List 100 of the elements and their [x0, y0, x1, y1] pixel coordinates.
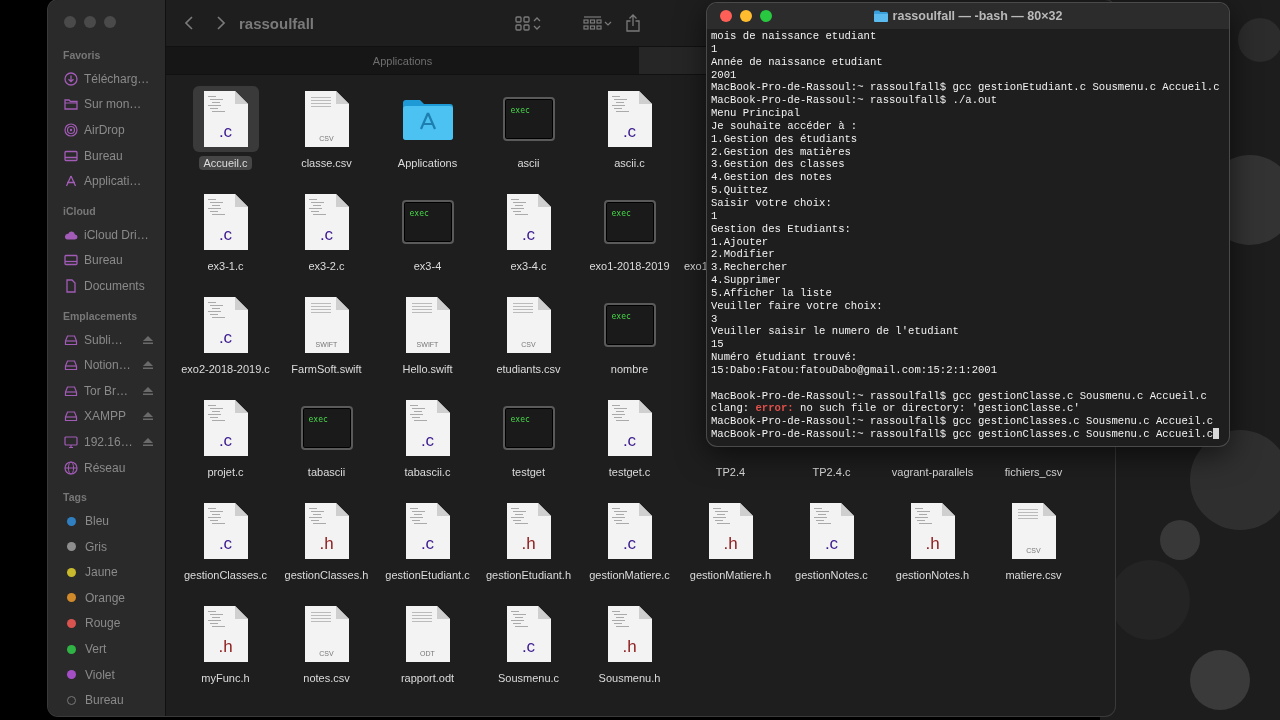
window-title: rassoulfall — -bash — 80×32	[892, 9, 1063, 23]
terminal-line: MacBook-Pro-de-Rassoul:~ rassoulfall$ gcc gestionClasses.c Sousmenu.c Accueil.c	[711, 415, 1214, 429]
sidebar-item[interactable]: Télécharg…	[84, 71, 165, 86]
terminal-line: 5.Quittez	[711, 184, 769, 197]
document-icon[interactable]: .c	[203, 503, 248, 559]
file-name: nombre	[609, 362, 650, 376]
terminal-line: 1.Gestion des étudiants	[711, 132, 858, 146]
terminal-line: 3	[711, 312, 718, 326]
file-name: FarmSoft.swift	[290, 362, 363, 376]
sidebar-item[interactable]: Bleu	[85, 514, 165, 529]
sidebar-item[interactable]: Vert	[85, 642, 165, 657]
sidebar-item[interactable]: Orange	[85, 590, 165, 605]
terminal-icon[interactable]: exec	[300, 406, 353, 450]
sidebar-item[interactable]: Violet	[85, 667, 165, 682]
terminal-line: 5.Afficher la liste	[711, 286, 832, 300]
sidebar-item[interactable]: Applicati…	[84, 174, 165, 189]
document-icon[interactable]: .c	[304, 194, 349, 250]
document-icon[interactable]: .c	[203, 194, 248, 250]
group-icon[interactable]	[583, 16, 612, 30]
sidebar-item[interactable]: Subli…	[84, 332, 137, 347]
sidebar-item[interactable]: iCloud Dri…	[84, 227, 165, 242]
eject-icon[interactable]	[143, 335, 153, 344]
file-name: gestionMatiere.c	[588, 568, 671, 582]
document-icon[interactable]: .h	[607, 606, 652, 662]
window-control[interactable]	[760, 10, 772, 22]
sidebar-heading: Emplacements	[62, 308, 139, 323]
airdrop-icon	[64, 123, 78, 137]
file-name: ex3-2.c	[307, 259, 346, 273]
sidebar-item[interactable]: 192.16…	[84, 434, 137, 449]
exec-label: exec	[611, 209, 631, 218]
terminal-icon[interactable]: exec	[603, 200, 656, 244]
exec-label: exec	[409, 209, 429, 218]
sidebar-item[interactable]: Jaune	[85, 565, 165, 580]
document-icon[interactable]: .c	[203, 91, 248, 147]
sidebar-item[interactable]: Gris	[85, 539, 165, 554]
window-control[interactable]	[720, 10, 732, 22]
share-icon[interactable]	[626, 14, 640, 32]
tab[interactable]: Applications	[166, 47, 639, 74]
eject-icon[interactable]	[143, 412, 153, 421]
file-name: tabascii	[306, 465, 347, 479]
document-icon[interactable]: .c	[809, 503, 854, 559]
eject-icon[interactable]	[143, 437, 153, 446]
sidebar-item[interactable]: XAMPP	[84, 409, 137, 424]
terminal-line: 3.Rechercher	[711, 261, 788, 275]
terminal-line: MacBook-Pro-de-Rassoul:~ rassoulfall$ gcc gestionClasse.c Sousmenu.c Accueil.c	[711, 389, 1207, 403]
terminal-icon[interactable]: exec	[502, 406, 555, 450]
sidebar-item[interactable]: Bureau	[84, 253, 165, 268]
eject-icon[interactable]	[143, 361, 153, 370]
terminal-icon[interactable]: exec	[401, 200, 454, 244]
document-icon[interactable]: .h	[910, 503, 955, 559]
document-icon[interactable]: .c	[607, 91, 652, 147]
sidebar-item[interactable]: Réseau	[84, 460, 165, 475]
terminal-icon[interactable]: exec	[502, 97, 555, 141]
terminal-line: MacBook-Pro-de-Rassoul:~ rassoulfall$ gcc gestionEtudiant.c Sousmenu.c Accueil.c	[711, 81, 1220, 95]
document-icon[interactable]: .c	[203, 400, 248, 456]
document-icon[interactable]: .c	[203, 297, 248, 353]
file-name: ex3-4.c	[509, 259, 548, 273]
document-icon[interactable]: .c	[607, 400, 652, 456]
document-icon[interactable]: .c	[506, 606, 551, 662]
document-icon[interactable]: .h	[708, 503, 753, 559]
file-name: tabascii.c	[403, 465, 452, 479]
file-name: etudiants.csv	[495, 362, 562, 376]
sidebar-item[interactable]: Tor Br…	[84, 383, 137, 398]
drive-icon	[64, 358, 78, 373]
file-extension-label: .h	[924, 535, 941, 552]
terminal-line: 15:Dabo:Fatou:fatouDabo@gmail.com:15:2:1:2001	[711, 363, 998, 377]
terminal-line: Gestion des Etudiants:	[711, 222, 851, 236]
document-icon[interactable]: .h	[506, 503, 551, 559]
sidebar-item[interactable]: AirDrop	[84, 123, 165, 137]
file-name: myFunc.h	[200, 671, 251, 685]
sidebar-item[interactable]: Notion…	[84, 358, 137, 373]
exec-label: exec	[510, 415, 530, 424]
eject-icon[interactable]	[143, 386, 153, 395]
exec-label: exec	[308, 415, 328, 424]
document-icon[interactable]: .h	[304, 503, 349, 559]
sidebar-heading: Tags	[62, 490, 88, 505]
monitor-icon	[64, 434, 78, 449]
sidebar-item[interactable]: Rouge	[85, 616, 165, 631]
sidebar-item[interactable]: Sur mon…	[84, 97, 165, 112]
terminal-icon[interactable]: exec	[603, 303, 656, 347]
file-extension-label: .c	[217, 123, 234, 140]
document-icon[interactable]: .c	[506, 194, 551, 250]
sidebar-item[interactable]: Documents	[84, 278, 165, 293]
sidebar-item[interactable]: Bureau	[84, 148, 165, 163]
terminal-line: MacBook-Pro-de-Rassoul:~ rassoulfall$ gcc gestionClasses.c Sousmenu.c Accueil.c	[711, 428, 1214, 441]
file-extension-label: .c	[419, 432, 436, 449]
document-icon[interactable]: .c	[405, 400, 450, 456]
terminal-line: 1.Ajouter	[711, 235, 769, 249]
terminal-line: Saisir votre choix:	[711, 196, 832, 210]
grid-view-icon[interactable]	[515, 15, 541, 31]
sidebar-item[interactable]: Bureau	[85, 693, 165, 708]
window-control[interactable]	[740, 10, 752, 22]
document-icon[interactable]: .c	[405, 503, 450, 559]
document-icon[interactable]: .h	[203, 606, 248, 662]
back-icon[interactable]	[185, 16, 194, 30]
file-name: ex3-1.c	[206, 259, 245, 273]
document-icon[interactable]: .c	[607, 503, 652, 559]
exec-label: exec	[510, 106, 530, 115]
forward-icon[interactable]	[216, 16, 225, 30]
terminal-line: 2.Modifier	[711, 248, 775, 262]
